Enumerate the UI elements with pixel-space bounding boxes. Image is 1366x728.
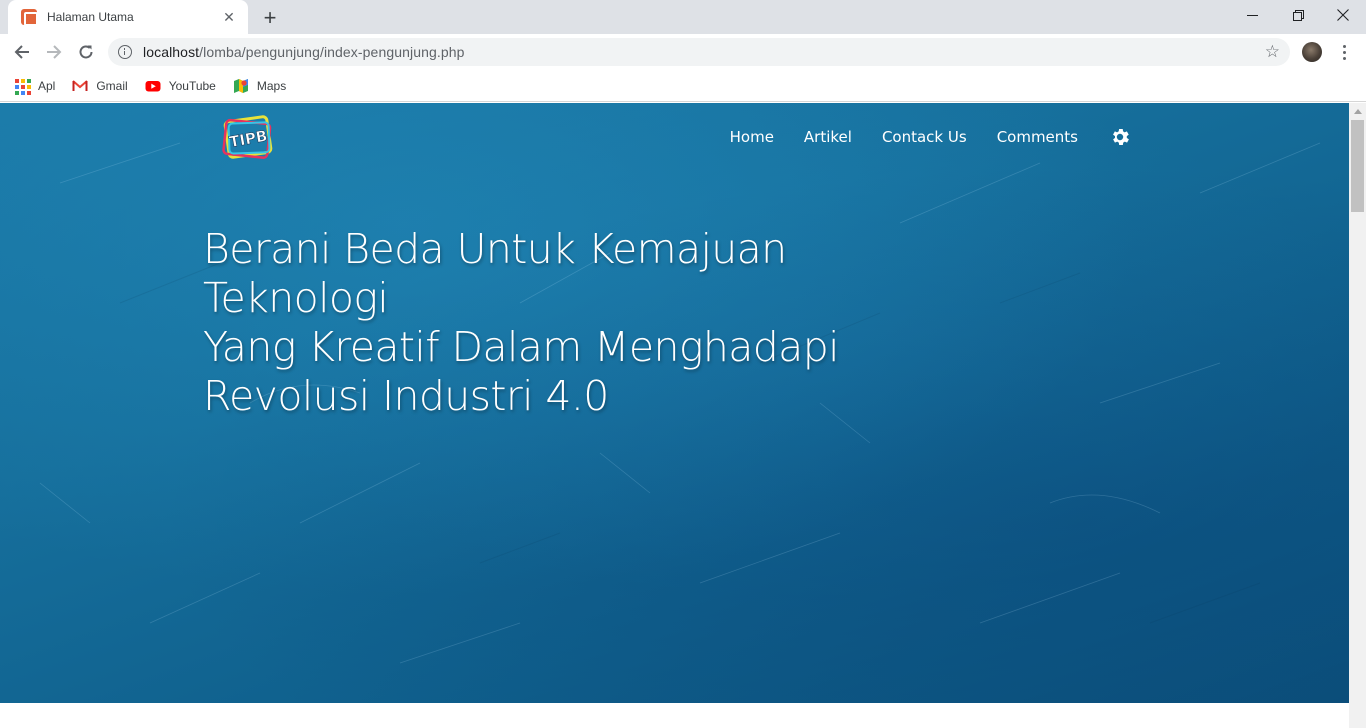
tab-strip: Halaman Utama ✕ + (0, 0, 1366, 34)
url-host: localhost (143, 44, 200, 60)
hero-line-2: Yang Kreatif Dalam Menghadapi (203, 323, 840, 371)
profile-avatar[interactable] (1302, 42, 1322, 62)
arrow-right-icon (47, 45, 62, 59)
tab-close-icon[interactable]: ✕ (220, 8, 238, 26)
hero-line-1: Berani Beda Untuk Kemajuan Teknologi (203, 225, 787, 322)
forward-button[interactable] (39, 37, 69, 67)
bookmarks-bar: Apl Gmail YouTube Maps (0, 70, 1366, 102)
url-path: /lomba/pengunjung/index-pengunjung.php (199, 44, 465, 60)
scrollbar-thumb[interactable] (1351, 120, 1364, 212)
xampp-favicon-icon (21, 9, 38, 26)
new-tab-button[interactable]: + (256, 4, 284, 32)
bookmark-star-icon[interactable]: ☆ (1265, 43, 1280, 61)
page-below-hero (0, 703, 1349, 728)
close-window-button[interactable] (1320, 0, 1366, 30)
site-logo[interactable]: TIPB (221, 113, 275, 163)
bookmark-maps[interactable]: Maps (233, 78, 286, 94)
browser-tab[interactable]: Halaman Utama ✕ (8, 0, 248, 34)
back-button[interactable] (7, 37, 37, 67)
address-bar[interactable]: localhost/lomba/pengunjung/index-pengunj… (108, 38, 1290, 66)
hero-line-3: Revolusi Industri 4.0 (203, 372, 609, 420)
restore-button[interactable] (1275, 0, 1321, 30)
gear-icon[interactable] (1109, 126, 1131, 148)
nav-comments[interactable]: Comments (997, 128, 1078, 146)
main-nav: Home Artikel Contack Us Comments (700, 126, 1131, 148)
tab-title: Halaman Utama (47, 10, 134, 24)
url-text[interactable]: localhost/lomba/pengunjung/index-pengunj… (143, 44, 465, 60)
reload-button[interactable] (71, 37, 101, 67)
bookmark-label: YouTube (168, 78, 216, 93)
apps-grid-icon (14, 78, 31, 95)
page-scrollbar[interactable] (1349, 103, 1366, 728)
logo-text: TIPB (228, 127, 269, 151)
bookmark-apps[interactable]: Apl (14, 78, 56, 95)
browser-toolbar: localhost/lomba/pengunjung/index-pengunj… (0, 34, 1366, 70)
hero-section: TIPB Home Artikel Contack Us Comments Be… (0, 103, 1349, 703)
arrow-left-icon (14, 45, 29, 59)
browser-menu-icon[interactable] (1334, 41, 1354, 63)
bookmark-label: Apl (38, 78, 56, 93)
scroll-up-arrow-icon[interactable] (1349, 103, 1366, 120)
reload-icon (79, 45, 93, 59)
site-info-icon[interactable] (118, 45, 132, 59)
youtube-icon (145, 80, 161, 91)
bookmark-youtube[interactable]: YouTube (145, 78, 216, 94)
bookmark-label: Maps (256, 78, 287, 93)
minimize-button[interactable] (1229, 0, 1275, 30)
bookmark-gmail[interactable]: Gmail (72, 78, 128, 94)
nav-contact-us[interactable]: Contack Us (882, 128, 967, 146)
hero-heading: Berani Beda Untuk Kemajuan Teknologi Yan… (203, 225, 983, 421)
nav-artikel[interactable]: Artikel (804, 128, 852, 146)
maps-icon (233, 78, 248, 93)
bookmark-label: Gmail (96, 78, 128, 93)
gmail-icon (72, 79, 88, 91)
nav-home[interactable]: Home (730, 128, 774, 146)
